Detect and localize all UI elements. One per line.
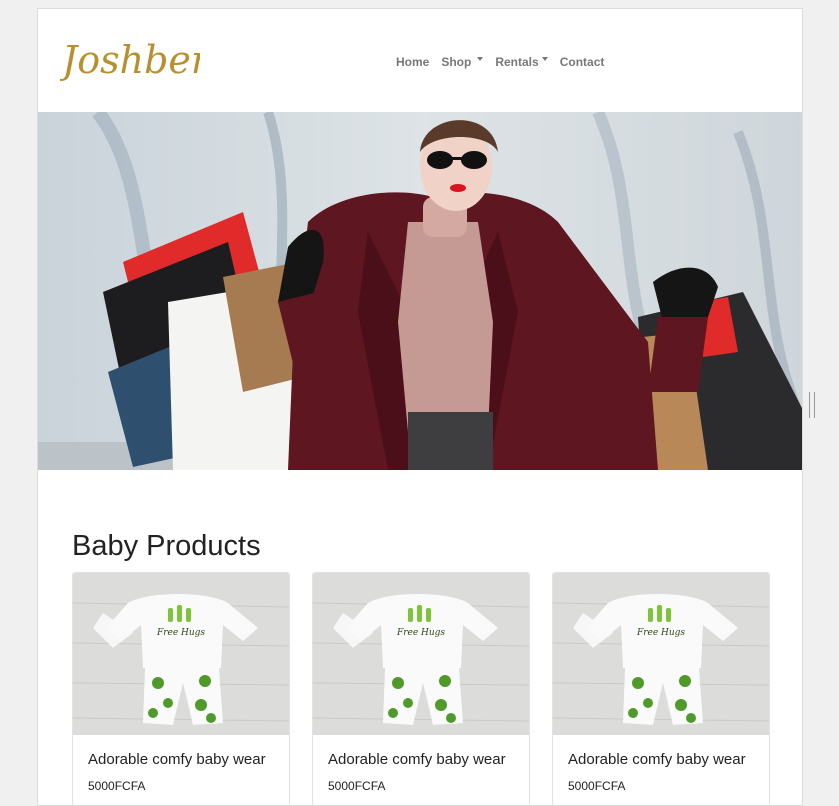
product-price: 5000FCFA xyxy=(88,779,146,793)
nav-shop[interactable]: Shop xyxy=(441,55,484,69)
product-name[interactable]: Adorable comfy baby wear xyxy=(88,751,266,768)
baby-outfit-image[interactable]: Free Hugs xyxy=(73,573,289,735)
resize-handle[interactable] xyxy=(809,392,815,418)
nav-rentals-label: Rentals xyxy=(495,55,539,69)
hero-banner xyxy=(38,112,802,470)
print-text: Free Hugs xyxy=(636,628,685,638)
baby-outfit-image[interactable]: Free Hugs xyxy=(553,573,769,735)
caret-down-icon xyxy=(541,57,548,61)
brand-logo-text: Joshbert xyxy=(60,38,200,82)
product-card[interactable]: Free Hugs Adorable comfy baby wear 5000F… xyxy=(72,572,290,805)
baby-outfit-image[interactable]: Free Hugs xyxy=(313,573,529,735)
product-name[interactable]: Adorable comfy baby wear xyxy=(328,751,506,768)
print-text: Free Hugs xyxy=(156,628,205,638)
nav-shop-label: Shop xyxy=(441,55,472,69)
nav-contact[interactable]: Contact xyxy=(560,55,605,69)
product-price: 5000FCFA xyxy=(328,779,386,793)
caret-down-icon xyxy=(477,57,484,61)
product-name[interactable]: Adorable comfy baby wear xyxy=(568,751,746,768)
woman-with-shopping-bags-image xyxy=(38,112,802,470)
brand-logo[interactable]: Joshbert xyxy=(60,23,200,93)
product-price: 5000FCFA xyxy=(568,779,626,793)
main-nav: Home Shop Rentals Contact xyxy=(396,55,616,69)
nav-rentals[interactable]: Rentals xyxy=(495,55,548,69)
product-card[interactable]: Free Hugs Adorable comfy baby wear 5000F… xyxy=(552,572,770,805)
page: Joshbert Home Shop Rentals Contact xyxy=(37,8,803,806)
print-text: Free Hugs xyxy=(396,628,445,638)
navbar: Joshbert Home Shop Rentals Contact xyxy=(38,9,802,113)
section-title-baby-products: Baby Products xyxy=(72,530,261,562)
nav-contact-label: Contact xyxy=(559,55,605,69)
product-card[interactable]: Free Hugs Adorable comfy baby wear 5000F… xyxy=(312,572,530,805)
nav-home[interactable]: Home xyxy=(396,55,429,69)
nav-home-label: Home xyxy=(396,55,430,69)
